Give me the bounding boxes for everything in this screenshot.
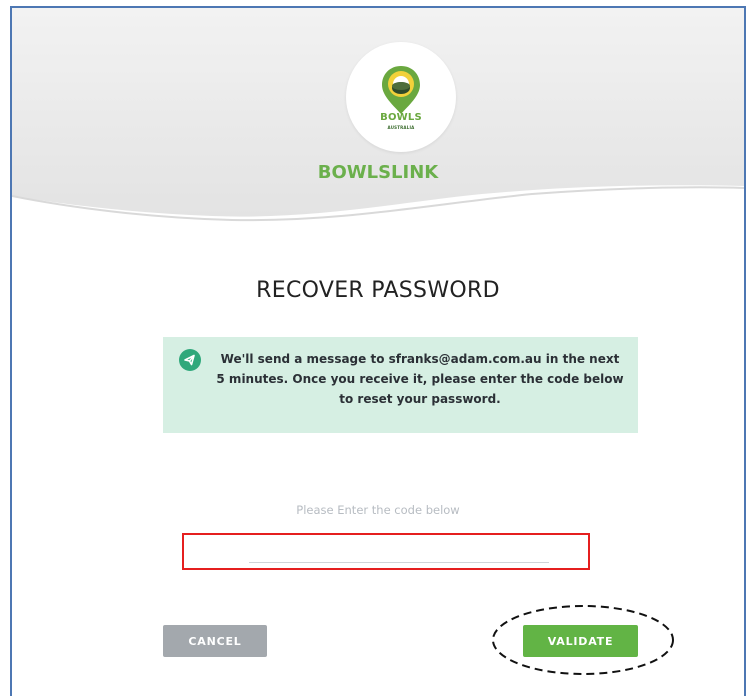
send-icon	[179, 349, 201, 371]
cancel-button[interactable]: CANCEL	[163, 625, 267, 657]
code-input[interactable]	[249, 539, 549, 563]
brand-name: BOWLSLINK	[317, 162, 439, 183]
page-title: RECOVER PASSWORD	[256, 278, 500, 303]
info-message-text: We'll send a message to sfranks@adam.com…	[216, 352, 624, 406]
info-message-box: We'll send a message to sfranks@adam.com…	[163, 337, 638, 433]
bowls-australia-logo: BOWLS AUSTRALIA	[346, 42, 456, 152]
bowls-ball-icon	[382, 66, 420, 114]
validate-button[interactable]: VALIDATE	[523, 625, 638, 657]
logo-subtitle: AUSTRALIA	[387, 125, 415, 130]
logo-word: BOWLS	[380, 112, 422, 123]
login-window: BOWLS AUSTRALIA BOWLSLINK RECOVER PASSWO…	[10, 6, 746, 696]
header-banner: BOWLS AUSTRALIA BOWLSLINK	[12, 8, 744, 228]
code-input-label: Please Enter the code below	[296, 503, 460, 517]
